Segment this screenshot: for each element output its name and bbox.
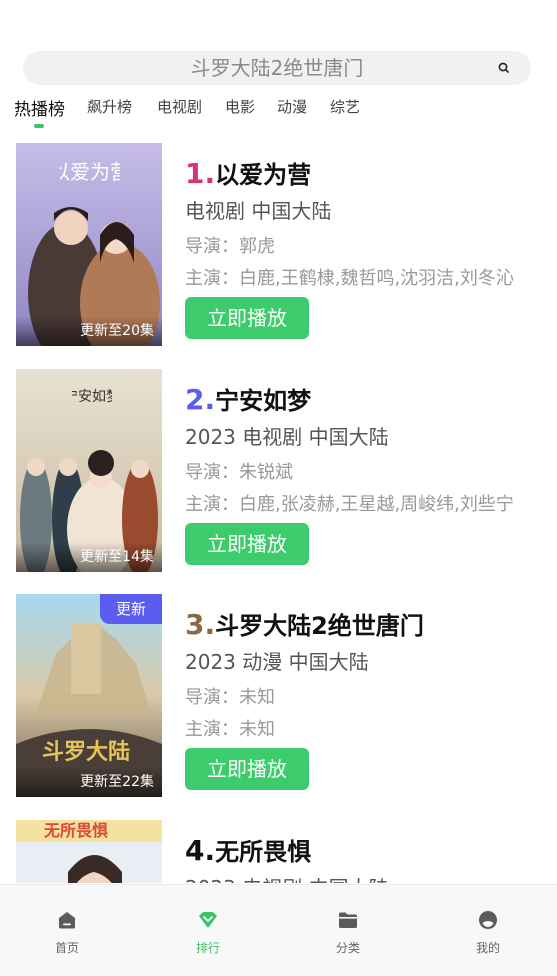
tab-hot[interactable]: 热播榜	[14, 95, 65, 120]
nav-profile-label: 我的	[475, 941, 500, 955]
update-label: 更新至20集	[16, 316, 162, 346]
item-title[interactable]: 3.斗罗大陆2绝世唐门	[185, 606, 424, 641]
profile-icon	[479, 911, 497, 929]
poster-title-text: 无所畏惧	[43, 821, 108, 840]
item-cast: 主演：白鹿,王鹤棣,魏哲鸣,沈羽洁,刘冬沁	[185, 268, 514, 289]
item-title[interactable]: 4.无所畏惧	[185, 832, 311, 867]
item-meta: 电视剧 中国大陆	[185, 199, 332, 223]
nav-home[interactable]: 首页	[27, 909, 107, 956]
search-icon[interactable]	[497, 61, 511, 75]
rank-number: 4.	[185, 834, 216, 867]
new-badge: 更新	[100, 594, 162, 624]
item-meta: 2023 动漫 中国大陆	[185, 650, 369, 674]
tab-rising[interactable]: 飙升榜	[87, 96, 132, 117]
play-button[interactable]: 立即播放	[185, 297, 309, 339]
list-item[interactable]: 以爱为营 更新至20集 1.以爱为营 电视剧 中国大陆 导演：郭虎 主演：白鹿,…	[0, 143, 557, 347]
title-text: 无所畏惧	[215, 838, 312, 866]
tab-tv[interactable]: 电视剧	[157, 96, 202, 117]
item-meta: 2023 电视剧 中国大陆	[185, 872, 389, 883]
folder-icon	[339, 912, 357, 928]
ranking-tabs: 热播榜 飙升榜 电视剧 电影 动漫 综艺	[0, 92, 557, 132]
list-item[interactable]: 斗罗大陆 更新 更新至22集 3.斗罗大陆2绝世唐门 2023 动漫 中国大陆 …	[0, 594, 557, 798]
rank-number: 1.	[185, 157, 216, 190]
search-query[interactable]: 斗罗大陆2绝世唐门	[23, 51, 531, 85]
item-cast: 主演：白鹿,张凌赫,王星越,周峻纬,刘些宁	[185, 494, 514, 515]
poster-title-art: 宁安如梦	[72, 388, 112, 405]
tab-movie[interactable]: 电影	[225, 96, 255, 117]
poster-title-text: 以爱为营	[60, 160, 120, 184]
item-meta: 2023 电视剧 中国大陆	[185, 425, 389, 449]
title-text: 宁安如梦	[215, 387, 312, 415]
poster[interactable]: 宁安如梦 更新至14集	[16, 369, 162, 572]
update-label: 更新至22集	[16, 767, 162, 797]
title-text: 以爱为营	[215, 161, 312, 189]
title-text: 斗罗大陆2绝世唐门	[215, 612, 424, 640]
tab-anime[interactable]: 动漫	[277, 96, 307, 117]
poster-image: 无所畏惧	[16, 820, 162, 883]
ranking-list[interactable]: 以爱为营 更新至20集 1.以爱为营 电视剧 中国大陆 导演：郭虎 主演：白鹿,…	[0, 143, 557, 883]
nav-category-label: 分类	[335, 941, 360, 955]
nav-ranking-label: 排行	[195, 941, 220, 955]
nav-ranking[interactable]: 排行	[168, 909, 248, 956]
rank-number: 2.	[185, 383, 216, 416]
poster-title-text: 斗罗大陆	[42, 739, 130, 765]
poster[interactable]: 无所畏惧	[16, 820, 162, 883]
list-item[interactable]: 宁安如梦 更新至14集 2.宁安如梦 2023 电视剧 中国大陆 导演：朱锐斌 …	[0, 369, 557, 573]
nav-profile[interactable]: 我的	[448, 909, 528, 956]
bottom-nav: 首页 排行 分类 我的	[0, 884, 557, 976]
item-director: 导演：朱锐斌	[185, 462, 293, 483]
tab-indicator	[34, 124, 44, 128]
poster-title-art: 以爱为营	[60, 160, 120, 184]
nav-category[interactable]: 分类	[308, 909, 388, 956]
list-item[interactable]: 无所畏惧 4.无所畏惧 2023 电视剧 中国大陆	[0, 820, 557, 883]
ranking-icon	[199, 912, 217, 928]
item-cast: 主演：未知	[185, 719, 275, 740]
play-button[interactable]: 立即播放	[185, 523, 309, 565]
poster-title-text: 宁安如梦	[72, 388, 112, 405]
poster[interactable]: 斗罗大陆 更新 更新至22集	[16, 594, 162, 797]
poster[interactable]: 以爱为营 更新至20集	[16, 143, 162, 346]
play-button[interactable]: 立即播放	[185, 748, 309, 790]
item-title[interactable]: 2.宁安如梦	[185, 381, 311, 416]
update-label: 更新至14集	[16, 542, 162, 572]
nav-home-label: 首页	[54, 941, 79, 955]
home-icon	[59, 912, 75, 929]
rank-number: 3.	[185, 608, 216, 641]
tab-variety[interactable]: 综艺	[330, 96, 360, 117]
item-title[interactable]: 1.以爱为营	[185, 155, 311, 190]
search-bar[interactable]: 斗罗大陆2绝世唐门	[23, 51, 531, 85]
item-director: 导演：未知	[185, 687, 275, 708]
item-director: 导演：郭虎	[185, 236, 275, 257]
